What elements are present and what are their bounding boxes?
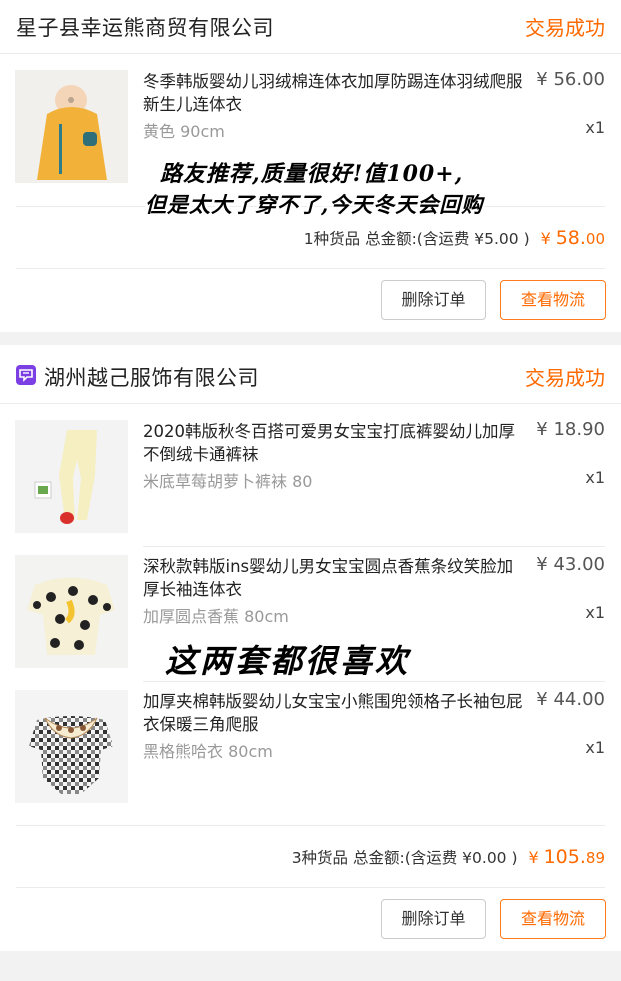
- product-price: ¥ 43.00: [536, 554, 605, 575]
- product-title[interactable]: 冬季韩版婴幼儿羽绒棉连体衣加厚防踢连体羽绒爬服新生儿连体衣: [143, 70, 528, 116]
- page-bottom: [0, 951, 621, 981]
- total-decimal: 89: [585, 849, 605, 867]
- product-quantity: x1: [585, 738, 605, 757]
- product-quantity: x1: [585, 118, 605, 137]
- review-caption-line1: 路友推荐,质量很好!值100+,: [160, 161, 464, 187]
- total-currency: ¥: [528, 848, 539, 867]
- delete-order-button[interactable]: 删除订单: [381, 280, 486, 320]
- product-quantity: x1: [585, 603, 605, 622]
- product-quantity: x1: [585, 468, 605, 487]
- divider: [16, 268, 605, 269]
- view-logistics-button[interactable]: 查看物流: [500, 899, 606, 939]
- product-title[interactable]: 加厚夹棉韩版婴幼儿女宝宝小熊围兜领格子长袖包屁衣保暖三角爬服: [143, 690, 528, 736]
- product-image[interactable]: [15, 690, 128, 803]
- summary-text: 1种货品 总金额:(含运费 ¥5.00 ): [303, 230, 530, 248]
- order-item[interactable]: 加厚夹棉韩版婴幼儿女宝宝小熊围兜领格子长袖包屁衣保暖三角爬服 黑格熊哈衣 80c…: [0, 674, 621, 809]
- order-total: 58.00: [556, 227, 605, 249]
- order-status: 交易成功: [525, 16, 605, 40]
- total-decimal: 00: [585, 230, 605, 248]
- view-logistics-button[interactable]: 查看物流: [500, 280, 606, 320]
- order-summary: 1种货品 总金额:(含运费 ¥5.00 ) ¥ 58.00: [304, 227, 605, 249]
- order-item[interactable]: 2020韩版秋冬百搭可爱男女宝宝打底裤婴幼儿加厚不倒绒卡通裤袜 米底草莓胡萝卜裤…: [0, 404, 621, 539]
- review-caption-order2: 这两套都很喜欢: [165, 642, 411, 680]
- total-integer: 105.: [543, 846, 586, 868]
- review-caption-line2: 但是太大了穿不了,今天冬天会回购: [145, 192, 484, 217]
- product-sku: 黄色 90cm: [143, 122, 225, 141]
- total-integer: 58.: [555, 227, 586, 249]
- shop-name[interactable]: 湖州越己服饰有限公司: [44, 362, 259, 392]
- shop-header[interactable]: 星子县幸运熊商贸有限公司 交易成功: [0, 0, 621, 54]
- product-image[interactable]: [15, 420, 128, 533]
- product-image[interactable]: [15, 70, 128, 183]
- product-price: ¥ 44.00: [536, 689, 605, 710]
- shop-name[interactable]: 星子县幸运熊商贸有限公司: [16, 12, 274, 42]
- order-status: 交易成功: [525, 366, 605, 390]
- order-total: 105.89: [544, 846, 605, 868]
- summary-text: 3种货品 总金额:(含运费 ¥0.00 ): [291, 849, 518, 867]
- product-price: ¥ 18.90: [536, 419, 605, 440]
- product-sku: 加厚圆点香蕉 80cm: [143, 607, 289, 626]
- divider: [16, 887, 605, 888]
- product-title[interactable]: 2020韩版秋冬百搭可爱男女宝宝打底裤婴幼儿加厚不倒绒卡通裤袜: [143, 420, 528, 466]
- product-title[interactable]: 深秋款韩版ins婴幼儿男女宝宝圆点香蕉条纹笑脸加厚长袖连体衣: [143, 555, 528, 601]
- delete-order-button[interactable]: 删除订单: [381, 899, 486, 939]
- shop-header[interactable]: 湖州越己服饰有限公司 交易成功: [0, 345, 621, 404]
- product-price: ¥ 56.00: [536, 69, 605, 90]
- total-currency: ¥: [540, 229, 551, 248]
- product-sku: 黑格熊哈衣 80cm: [143, 742, 273, 761]
- shop-badge-icon: [16, 365, 36, 385]
- product-image[interactable]: [15, 555, 128, 668]
- product-sku: 米底草莓胡萝卜裤袜 80: [143, 472, 313, 491]
- divider: [16, 825, 605, 826]
- order-summary: 3种货品 总金额:(含运费 ¥0.00 ) ¥ 105.89: [292, 846, 605, 868]
